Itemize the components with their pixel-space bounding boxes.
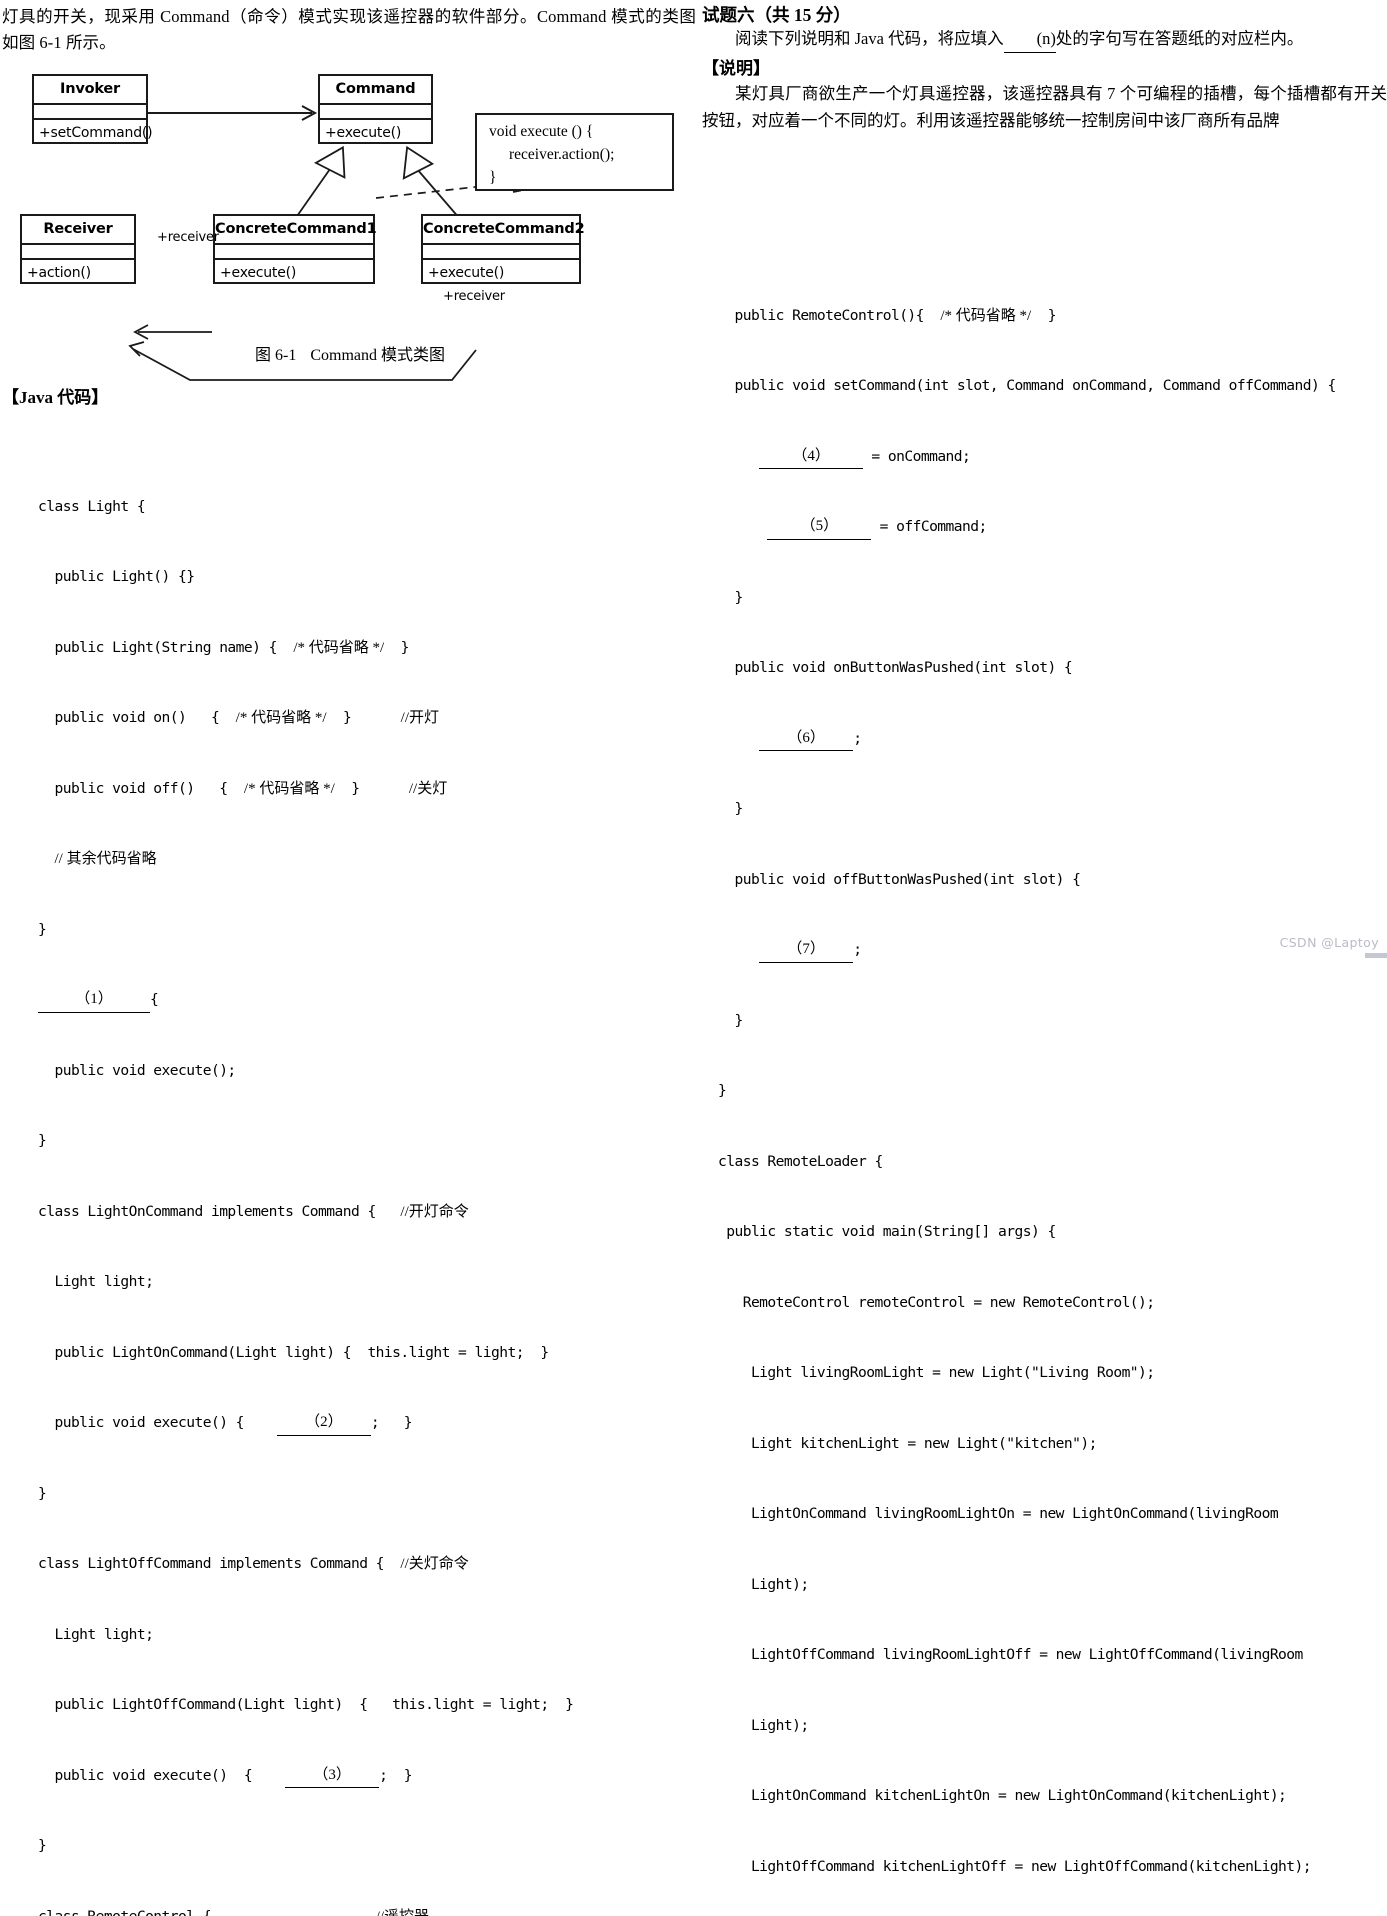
- code-line: }: [718, 797, 1387, 821]
- code-line: public LightOffCommand(Light light) { th…: [38, 1693, 698, 1717]
- code-line-blank-5: （5） = offCommand;: [718, 515, 1387, 539]
- uml-box-concretecommand1: ConcreteCommand1 +execute(): [213, 214, 375, 284]
- edge-label-receiver-2: +receiver: [443, 289, 505, 304]
- code-line: public void execute();: [38, 1059, 698, 1083]
- uml-box-attributes: [423, 245, 579, 260]
- answer-blank-6[interactable]: （6）: [759, 727, 853, 752]
- code-line: Light);: [718, 1714, 1387, 1738]
- uml-box-operations: +execute(): [423, 260, 579, 286]
- uml-box-title: Receiver: [22, 216, 134, 245]
- right-column: 试题六（共 15 分） 阅读下列说明和 Java 代码，将应填入(n)处的字句写…: [700, 0, 1387, 958]
- instruction-pre: 阅读下列说明和 Java 代码，将应填入: [735, 29, 1004, 48]
- answer-blank-4[interactable]: （4）: [759, 445, 863, 470]
- uml-box-operations: +execute(): [215, 260, 373, 286]
- code-line: }: [38, 1129, 698, 1153]
- answer-blank-3[interactable]: （3）: [285, 1764, 379, 1789]
- uml-box-title: ConcreteCommand1: [215, 216, 373, 245]
- uml-note-execute-body: void execute () { receiver.action(); }: [475, 113, 674, 191]
- java-code-heading: 【Java 代码】: [2, 383, 108, 408]
- csdn-watermark: CSDN @Laptoy: [1280, 935, 1379, 950]
- code-line-blank-1: （1）{: [38, 988, 698, 1012]
- code-line: public static void main(String[] args) {: [718, 1220, 1387, 1244]
- uml-box-title: Command: [320, 76, 431, 105]
- answer-blank-5[interactable]: （5）: [767, 515, 871, 540]
- left-column: 灯具的开关，现采用 Command（命令）模式实现该遥控器的软件部分。Comma…: [0, 0, 700, 958]
- figure-caption-text: Command 模式类图: [310, 347, 445, 364]
- code-line: public Light(String name) { /* 代码省略 */ }: [38, 636, 698, 660]
- figure-caption: 图 6-1 Command 模式类图: [0, 341, 700, 365]
- document-page: 灯具的开关，现采用 Command（命令）模式实现该遥控器的软件部分。Comma…: [0, 0, 1387, 958]
- uml-box-concretecommand2: ConcreteCommand2 +execute(): [421, 214, 581, 284]
- answer-blank-2[interactable]: （2）: [277, 1411, 371, 1436]
- code-line: Light livingRoomLight = new Light("Livin…: [718, 1361, 1387, 1385]
- code-line: }: [38, 1482, 698, 1506]
- right-code-block: public RemoteControl(){ /* 代码省略 */ } pub…: [718, 233, 1387, 1916]
- code-line: public void offButtonWasPushed(int slot)…: [718, 868, 1387, 892]
- code-line: LightOnCommand livingRoomLightOn = new L…: [718, 1502, 1387, 1526]
- code-line: class LightOffCommand implements Command…: [38, 1552, 698, 1576]
- uml-box-title: ConcreteCommand2: [423, 216, 579, 245]
- code-line-blank-3: public void execute() { （3）; }: [38, 1764, 698, 1788]
- code-line: }: [38, 1834, 698, 1858]
- uml-box-attributes: [34, 105, 146, 120]
- code-line: public void onButtonWasPushed(int slot) …: [718, 656, 1387, 680]
- code-line: }: [718, 1009, 1387, 1033]
- uml-box-invoker: Invoker +setCommand(): [32, 74, 148, 144]
- shuoming-heading: 【说明】: [702, 54, 770, 79]
- code-line-blank-4: （4） = onCommand;: [718, 445, 1387, 469]
- uml-box-operations: +setCommand(): [34, 120, 146, 146]
- code-line: Light light;: [38, 1623, 698, 1647]
- code-line-blank-6: （6）;: [718, 727, 1387, 751]
- uml-box-attributes: [320, 105, 431, 120]
- code-line: class Light {: [38, 495, 698, 519]
- uml-box-receiver: Receiver +action(): [20, 214, 136, 284]
- code-line: class RemoteLoader {: [718, 1150, 1387, 1174]
- uml-class-diagram: Invoker +setCommand() Command +execute()…: [0, 62, 700, 324]
- uml-box-command: Command +execute(): [318, 74, 433, 144]
- code-line: class RemoteControl { //遥控器: [38, 1905, 698, 1916]
- answer-blank-1[interactable]: （1）: [38, 988, 150, 1013]
- code-line: public void setCommand(int slot, Command…: [718, 374, 1387, 398]
- exam-instruction: 阅读下列说明和 Java 代码，将应填入(n)处的字句写在答题纸的对应栏内。: [702, 26, 1385, 53]
- code-line: LightOffCommand livingRoomLightOff = new…: [718, 1643, 1387, 1667]
- code-line: public Light() {}: [38, 565, 698, 589]
- code-line: public void on() { /* 代码省略 */ } //开灯: [38, 706, 698, 730]
- intro-paragraph: 灯具的开关，现采用 Command（命令）模式实现该遥控器的软件部分。Comma…: [2, 4, 696, 56]
- code-line: LightOnCommand kitchenLightOn = new Ligh…: [718, 1784, 1387, 1808]
- uml-box-attributes: [22, 245, 134, 260]
- figure-caption-number: 图 6-1: [255, 347, 296, 364]
- problem-description: 某灯具厂商欲生产一个灯具遥控器，该遥控器具有 7 个可编程的插槽，每个插槽都有开…: [702, 80, 1387, 134]
- code-line: Light light;: [38, 1270, 698, 1294]
- uml-box-operations: +action(): [22, 260, 134, 286]
- uml-box-operations: +execute(): [320, 120, 431, 146]
- uml-box-attributes: [215, 245, 373, 260]
- code-line: class LightOnCommand implements Command …: [38, 1200, 698, 1224]
- edge-label-receiver-1: +receiver: [157, 230, 219, 245]
- code-line: LightOffCommand kitchenLightOff = new Li…: [718, 1855, 1387, 1879]
- code-line: public RemoteControl(){ /* 代码省略 */ }: [718, 304, 1387, 328]
- note-line-2: receiver.action();: [489, 143, 664, 166]
- exam-question-title: 试题六（共 15 分）: [702, 2, 851, 27]
- code-line: public void off() { /* 代码省略 */ } //关灯: [38, 777, 698, 801]
- note-line-1: void execute () {: [489, 120, 664, 143]
- note-line-3: }: [489, 166, 664, 189]
- corner-marker: [1365, 953, 1387, 958]
- answer-blank-7[interactable]: （7）: [759, 938, 853, 963]
- code-line: // 其余代码省略: [38, 847, 698, 871]
- code-line: Light kitchenLight = new Light("kitchen"…: [718, 1432, 1387, 1456]
- uml-box-title: Invoker: [34, 76, 146, 105]
- left-code-block: class Light { public Light() {} public L…: [38, 424, 698, 1916]
- code-line: }: [718, 1079, 1387, 1103]
- code-line: RemoteControl remoteControl = new Remote…: [718, 1291, 1387, 1315]
- code-line-blank-2: public void execute() { （2）; }: [38, 1411, 698, 1435]
- code-line: }: [718, 586, 1387, 610]
- code-line: }: [38, 918, 698, 942]
- instruction-post: 处的字句写在答题纸的对应栏内。: [1056, 29, 1304, 48]
- instruction-blank: (n): [1004, 26, 1056, 53]
- code-line: Light);: [718, 1573, 1387, 1597]
- code-line: public LightOnCommand(Light light) { thi…: [38, 1341, 698, 1365]
